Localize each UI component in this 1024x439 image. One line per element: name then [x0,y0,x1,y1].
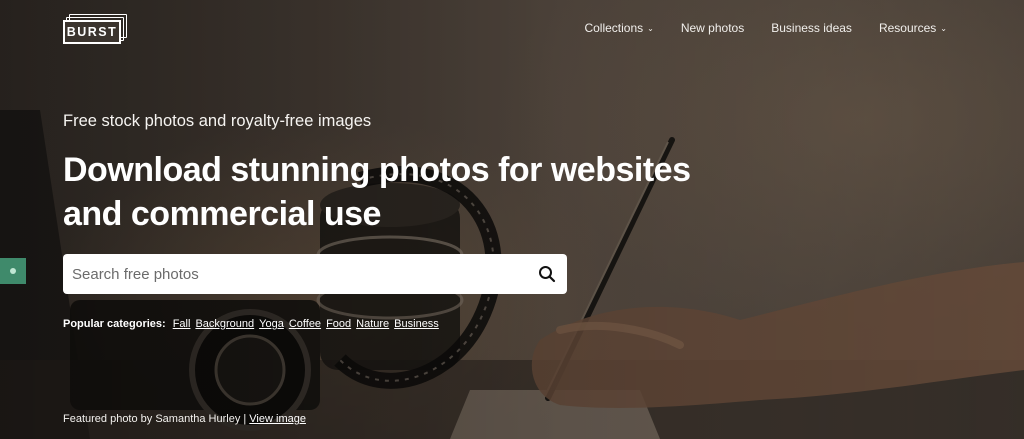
view-image-link[interactable]: View image [249,413,306,425]
hero-tagline: Free stock photos and royalty-free image… [63,112,372,130]
side-widget-tab[interactable] [0,258,26,284]
category-link-background[interactable]: Background [195,318,254,330]
nav-business-ideas[interactable]: Business ideas [771,21,852,35]
search-bar [63,254,567,294]
popular-categories: Popular categories: Fall Background Yoga… [63,318,439,330]
featured-credit-text: Featured photo by Samantha Hurley | [63,413,250,425]
search-input[interactable] [63,254,527,294]
dot-icon [10,268,16,274]
search-icon [539,266,556,283]
category-link-business[interactable]: Business [394,318,439,330]
top-nav: Collections ⌄ New photos Business ideas … [584,21,947,35]
chevron-down-icon: ⌄ [940,24,947,33]
logo-text: BURST [63,20,121,44]
nav-business-ideas-label: Business ideas [771,21,852,35]
nav-resources[interactable]: Resources ⌄ [879,21,947,35]
nav-new-photos-label: New photos [680,21,745,35]
category-link-nature[interactable]: Nature [356,318,389,330]
category-link-food[interactable]: Food [326,318,351,330]
nav-collections[interactable]: Collections ⌄ [584,21,653,35]
hero-headline: Download stunning photos for websites an… [63,148,743,236]
category-link-coffee[interactable]: Coffee [289,318,321,330]
burst-logo[interactable]: BURST [63,14,127,44]
category-link-yoga[interactable]: Yoga [259,318,284,330]
hero-headline-line2: and commercial use [63,195,381,233]
nav-new-photos[interactable]: New photos [681,21,744,35]
search-button[interactable] [527,254,567,294]
chevron-down-icon: ⌄ [647,24,654,33]
category-link-fall[interactable]: Fall [173,318,191,330]
hero-headline-line1: Download stunning photos for websites [63,151,691,189]
popular-categories-label: Popular categories: [63,318,166,330]
featured-photo-credit: Featured photo by Samantha Hurley | View… [63,413,306,425]
nav-collections-label: Collections [584,21,644,35]
nav-resources-label: Resources [878,21,937,35]
